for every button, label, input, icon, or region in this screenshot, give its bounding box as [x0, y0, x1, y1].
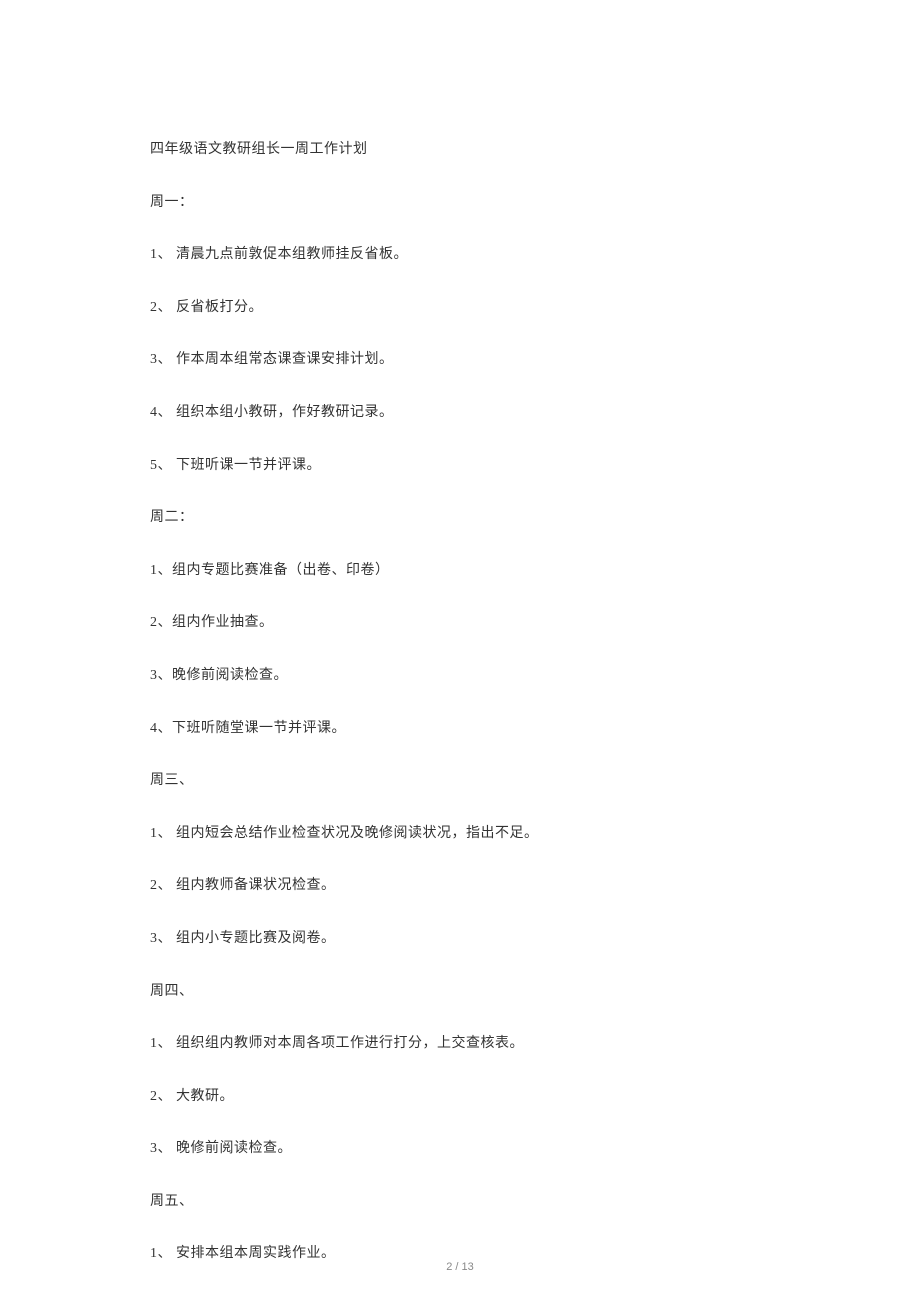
document-title: 四年级语文教研组长一周工作计划 [150, 140, 770, 160]
list-item: 2、 组内教师备课状况检查。 [150, 876, 770, 896]
list-item: 2、 反省板打分。 [150, 298, 770, 318]
list-item: 1、 清晨九点前敦促本组教师挂反省板。 [150, 245, 770, 265]
list-item: 1、组内专题比赛准备（出卷、印卷） [150, 561, 770, 581]
list-item: 3、 组内小专题比赛及阅卷。 [150, 929, 770, 949]
page-total: 13 [462, 1261, 474, 1273]
list-item: 3、晚修前阅读检查。 [150, 666, 770, 686]
section-heading: 周二： [150, 508, 770, 528]
page-footer: 2 / 13 [0, 1261, 920, 1273]
list-item: 1、 组内短会总结作业检查状况及晚修阅读状况，指出不足。 [150, 824, 770, 844]
list-item: 3、 晚修前阅读检查。 [150, 1139, 770, 1159]
list-item: 2、 大教研。 [150, 1087, 770, 1107]
list-item: 4、下班听随堂课一节并评课。 [150, 719, 770, 739]
list-item: 5、 下班听课一节并评课。 [150, 456, 770, 476]
document-body: 四年级语文教研组长一周工作计划 周一： 1、 清晨九点前敦促本组教师挂反省板。 … [0, 0, 920, 1264]
section-heading: 周五、 [150, 1192, 770, 1212]
list-item: 2、组内作业抽查。 [150, 613, 770, 633]
list-item: 1、 组织组内教师对本周各项工作进行打分，上交查核表。 [150, 1034, 770, 1054]
page-separator: / [452, 1261, 461, 1273]
section-heading: 周四、 [150, 982, 770, 1002]
list-item: 3、 作本周本组常态课查课安排计划。 [150, 350, 770, 370]
section-heading: 周一： [150, 193, 770, 213]
section-heading: 周三、 [150, 771, 770, 791]
list-item: 4、 组织本组小教研，作好教研记录。 [150, 403, 770, 423]
